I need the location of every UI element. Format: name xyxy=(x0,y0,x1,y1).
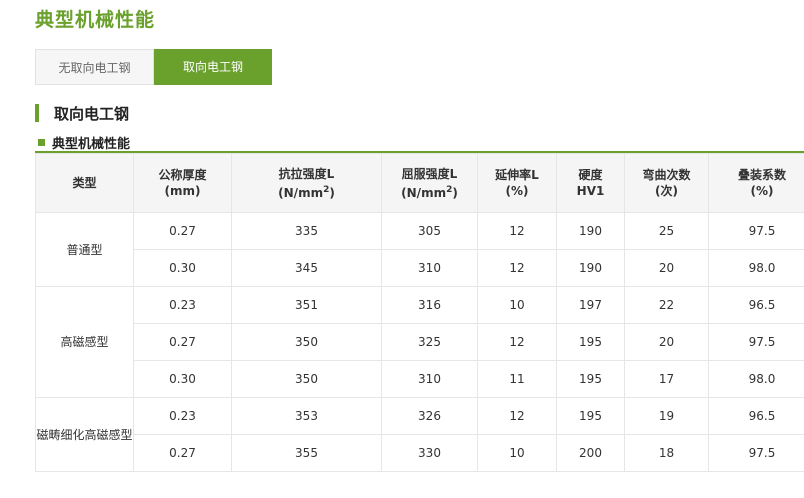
table-cell: 12 xyxy=(477,397,557,435)
section-accent-bar xyxy=(35,104,39,122)
table-cell: 195 xyxy=(556,323,625,361)
table-cell: 11 xyxy=(477,360,557,398)
table-cell: 22 xyxy=(624,286,709,324)
section-title: 取向电工钢 xyxy=(54,104,130,123)
table-cell: 335 xyxy=(231,212,382,250)
table-cell: 316 xyxy=(381,286,478,324)
table-cell: 96.5 xyxy=(708,397,804,435)
header-thickness: 公称厚度 (mm) xyxy=(133,153,232,213)
table-cell: 353 xyxy=(231,397,382,435)
table-row: 普通型 0.27 335 305 12 190 25 97.5 xyxy=(35,212,804,287)
table-cell: 20 xyxy=(624,249,709,287)
section-heading: 取向电工钢 xyxy=(35,104,130,123)
table-cell: 195 xyxy=(556,360,625,398)
tab-non-oriented-steel[interactable]: 无取向电工钢 xyxy=(35,49,154,85)
table-cell: 10 xyxy=(477,434,557,472)
properties-table-container: 类型 公称厚度 (mm) 抗拉强度L (N/mm2) 屈服强度L (N/mm2) 延伸… xyxy=(35,151,804,472)
table-cell: 0.30 xyxy=(133,249,232,287)
table-cell: 97.5 xyxy=(708,212,804,250)
header-bend-count: 弯曲次数 (次) xyxy=(624,153,709,213)
table-cell: 355 xyxy=(231,434,382,472)
table-cell: 19 xyxy=(624,397,709,435)
table-cell: 10 xyxy=(477,286,557,324)
table-header-row: 类型 公称厚度 (mm) 抗拉强度L (N/mm2) 屈服强度L (N/mm2) 延伸… xyxy=(35,153,804,213)
table-cell: 0.23 xyxy=(133,397,232,435)
table-cell: 0.27 xyxy=(133,323,232,361)
table-cell: 20 xyxy=(624,323,709,361)
table-row: 磁畴细化高磁感型 0.23 353 326 12 195 19 96.5 xyxy=(35,397,804,472)
table-cell: 18 xyxy=(624,434,709,472)
table-cell: 330 xyxy=(381,434,478,472)
subsection-heading: 典型机械性能 xyxy=(38,133,131,152)
table-cell: 310 xyxy=(381,249,478,287)
table-cell: 0.30 xyxy=(133,360,232,398)
header-tensile-strength: 抗拉强度L (N/mm2) xyxy=(231,153,382,213)
table-cell: 98.0 xyxy=(708,360,804,398)
table-cell: 98.0 xyxy=(708,249,804,287)
table-cell: 12 xyxy=(477,212,557,250)
header-hardness: 硬度 HV1 xyxy=(556,153,625,213)
square-bullet-icon xyxy=(38,138,45,146)
table-cell: 190 xyxy=(556,212,625,250)
page-title: 典型机械性能 xyxy=(35,9,156,31)
header-type: 类型 xyxy=(35,153,134,213)
tab-oriented-steel[interactable]: 取向电工钢 xyxy=(154,49,272,85)
table-cell: 0.23 xyxy=(133,286,232,324)
table-cell: 200 xyxy=(556,434,625,472)
table-cell: 25 xyxy=(624,212,709,250)
table-cell: 97.5 xyxy=(708,434,804,472)
table-cell: 310 xyxy=(381,360,478,398)
table-cell: 197 xyxy=(556,286,625,324)
header-yield-strength: 屈服强度L (N/mm2) xyxy=(381,153,478,213)
subsection-title: 典型机械性能 xyxy=(52,136,131,152)
table-cell: 326 xyxy=(381,397,478,435)
table-cell: 190 xyxy=(556,249,625,287)
table-cell: 12 xyxy=(477,249,557,287)
steel-type-tabs: 无取向电工钢 取向电工钢 xyxy=(35,49,272,85)
header-stacking-factor: 叠装系数 (%) xyxy=(708,153,804,213)
table-cell: 325 xyxy=(381,323,478,361)
table-cell: 0.27 xyxy=(133,434,232,472)
table-cell: 345 xyxy=(231,249,382,287)
table-row: 高磁感型 0.23 351 316 10 197 22 96.5 xyxy=(35,286,804,398)
table-cell: 350 xyxy=(231,360,382,398)
table-cell: 0.27 xyxy=(133,212,232,250)
group-name-cell: 普通型 xyxy=(35,212,134,287)
table-row: 0.30 350 310 11 195 17 98.0 xyxy=(36,360,804,398)
table-row: 0.27 355 330 10 200 18 97.5 xyxy=(36,434,804,472)
table-cell: 195 xyxy=(556,397,625,435)
table-cell: 305 xyxy=(381,212,478,250)
table-cell: 97.5 xyxy=(708,323,804,361)
table-row: 0.27 350 325 12 195 20 97.5 xyxy=(36,323,804,361)
group-name-cell: 高磁感型 xyxy=(35,286,134,398)
table-cell: 12 xyxy=(477,323,557,361)
header-elongation: 延伸率L (%) xyxy=(477,153,557,213)
group-name-cell: 磁畴细化高磁感型 xyxy=(35,397,134,472)
table-cell: 350 xyxy=(231,323,382,361)
mechanical-properties-table: 类型 公称厚度 (mm) 抗拉强度L (N/mm2) 屈服强度L (N/mm2) 延伸… xyxy=(35,153,804,472)
table-row: 0.30 345 310 12 190 20 98.0 xyxy=(36,249,804,287)
table-cell: 17 xyxy=(624,360,709,398)
table-cell: 351 xyxy=(231,286,382,324)
table-cell: 96.5 xyxy=(708,286,804,324)
